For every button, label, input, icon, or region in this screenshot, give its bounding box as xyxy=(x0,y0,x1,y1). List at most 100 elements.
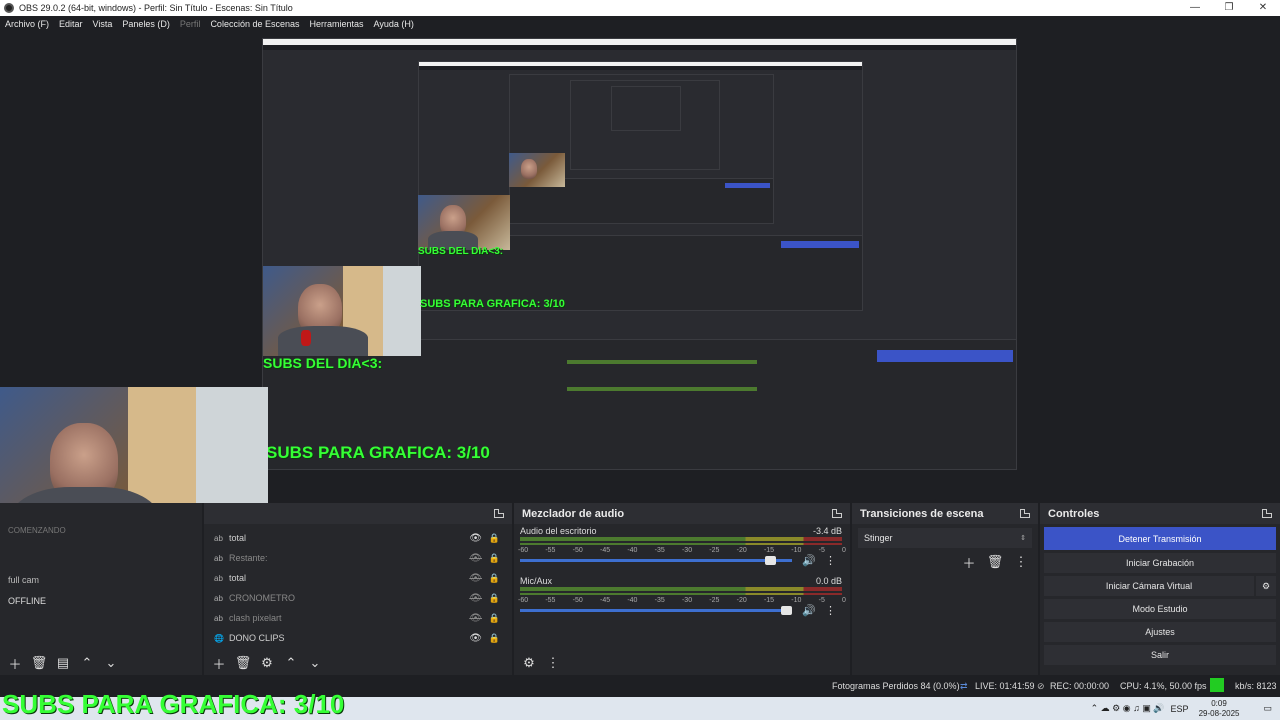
start-virtual-camera-button[interactable]: Iniciar Cámara Virtual xyxy=(1044,576,1254,596)
visibility-icon[interactable]: 👁 xyxy=(469,533,482,544)
stream-health-indicator xyxy=(1210,678,1224,692)
speaker-icon[interactable]: 🔊 xyxy=(802,604,816,617)
channel-menu-icon[interactable]: ⋮ xyxy=(825,604,836,617)
source-row[interactable]: 🌐 DONO CLIPS 👁 🔒 xyxy=(204,628,512,648)
remove-source-icon[interactable]: 🗑 xyxy=(232,653,254,673)
mixer-menu-icon[interactable]: ⋮ xyxy=(542,653,564,673)
menu-bar: Archivo (F) Editar Vista Paneles (D) Per… xyxy=(0,16,1280,31)
tray-icons[interactable]: ⌃ ☁ ⚙ ◉ ♫ ▣ 🔊 xyxy=(1091,703,1165,714)
text-source-icon: ab xyxy=(214,593,223,603)
menu-archivo[interactable]: Archivo (F) xyxy=(0,19,54,29)
lock-icon[interactable]: 🔒 xyxy=(489,553,500,564)
menu-vista[interactable]: Vista xyxy=(88,19,118,29)
menu-herramientas[interactable]: Herramientas xyxy=(305,19,369,29)
volume-slider[interactable] xyxy=(520,606,792,615)
text-source-icon: ab xyxy=(214,613,223,623)
speaker-icon[interactable]: 🔊 xyxy=(802,554,816,567)
lock-icon[interactable]: 🔒 xyxy=(489,593,500,604)
text-source-icon: ab xyxy=(214,573,223,583)
clock[interactable]: 0:09 29-08-2025 xyxy=(1199,699,1240,719)
source-row[interactable]: ab Restante: 👁 🔒 xyxy=(204,548,512,568)
add-scene-icon[interactable]: ＋ xyxy=(4,653,26,673)
volume-meter xyxy=(520,593,842,595)
advanced-audio-icon[interactable]: ⚙ xyxy=(518,653,540,673)
channel-menu-icon[interactable]: ⋮ xyxy=(825,554,836,567)
scene-item[interactable]: COMENZANDO xyxy=(0,524,202,536)
audio-mixer-dock: Mezclador de audio Audio del escritorio … xyxy=(514,503,852,675)
controls-title: Controles xyxy=(1048,507,1100,520)
source-row[interactable]: ab total 👁 🔒 xyxy=(204,528,512,548)
visibility-hidden-icon[interactable]: 👁 xyxy=(469,573,482,584)
visibility-hidden-icon[interactable]: 👁 xyxy=(469,613,482,624)
undock-icon[interactable] xyxy=(1262,509,1272,518)
visibility-icon[interactable]: 👁 xyxy=(469,633,482,644)
bitrate: kb/s: 8123 xyxy=(1235,681,1277,691)
move-down-icon[interactable]: ⌄ xyxy=(304,653,326,673)
menu-ayuda[interactable]: Ayuda (H) xyxy=(369,19,419,29)
nested-overlay-subs-dia: SUBS DEL DIA<3: xyxy=(263,355,383,371)
undock-icon[interactable] xyxy=(494,509,504,518)
slider-thumb[interactable] xyxy=(781,606,792,615)
lock-icon[interactable]: 🔒 xyxy=(489,573,500,584)
exit-button[interactable]: Salir xyxy=(1044,645,1276,665)
scene-filters-icon[interactable]: ▤ xyxy=(52,653,74,673)
meter-scale: -60 -55 -50 -45 -40 -35 -30 -25 -20 -15 -10 -5 0 xyxy=(518,547,846,554)
lock-icon[interactable]: 🔒 xyxy=(489,633,500,644)
preview-canvas[interactable]: SUBS DEL DIA<3: SUBS PARA GRAFICA: 3/10 … xyxy=(0,31,1280,567)
undock-icon[interactable] xyxy=(832,509,842,518)
transition-selected: Stinger xyxy=(864,533,893,543)
menu-perfil[interactable]: Perfil xyxy=(175,19,206,29)
close-button[interactable]: ✕ xyxy=(1246,0,1280,16)
controls-header: Controles xyxy=(1040,503,1280,524)
undock-icon[interactable] xyxy=(1020,509,1030,518)
controls-dock: Controles Detener Transmisión Iniciar Gr… xyxy=(1040,503,1280,675)
volume-slider[interactable] xyxy=(520,556,792,565)
menu-coleccion-escenas[interactable]: Colección de Escenas xyxy=(205,19,304,29)
mixer-channel-mic: Mic/Aux 0.0 dB -60 -55 -50 -45 -40 -35 -30 -25-… xyxy=(514,574,850,624)
maximize-button[interactable]: ❐ xyxy=(1212,0,1246,16)
transition-select[interactable]: Stinger ⇕ xyxy=(858,528,1032,548)
move-up-icon[interactable]: ⌃ xyxy=(76,653,98,673)
slider-thumb[interactable] xyxy=(764,556,776,565)
mixer-toolbar: ⚙ ⋮ xyxy=(514,651,850,675)
rec-icon: ⊘ xyxy=(1037,681,1045,691)
dropdown-icon: ⇕ xyxy=(1020,535,1026,542)
window-title: OBS 29.0.2 (64-bit, windows) - Perfil: S… xyxy=(19,3,293,13)
scenes-toolbar: ＋ 🗑 ▤ ⌃ ⌄ xyxy=(0,651,202,675)
scene-item[interactable]: full cam xyxy=(0,569,202,590)
channel-name: Audio del escritorio xyxy=(520,526,597,536)
mixer-title: Mezclador de audio xyxy=(522,507,625,520)
notification-icon[interactable]: ▭ xyxy=(1263,703,1272,714)
virtual-camera-settings-icon[interactable]: ⚙ xyxy=(1256,576,1276,596)
minimize-button[interactable]: — xyxy=(1178,0,1212,16)
visibility-hidden-icon[interactable]: 👁 xyxy=(469,553,482,564)
menu-editar[interactable]: Editar xyxy=(54,19,88,29)
lock-icon[interactable]: 🔒 xyxy=(489,533,500,544)
visibility-hidden-icon[interactable]: 👁 xyxy=(469,593,482,604)
studio-mode-button[interactable]: Modo Estudio xyxy=(1044,599,1276,619)
source-properties-icon[interactable]: ⚙ xyxy=(256,653,278,673)
add-source-icon[interactable]: ＋ xyxy=(208,653,230,673)
transition-menu-icon[interactable]: ⋮ xyxy=(1010,552,1032,572)
stop-streaming-button[interactable]: Detener Transmisión xyxy=(1044,527,1276,550)
language-indicator[interactable]: ESP xyxy=(1171,704,1189,714)
sources-toolbar: ＋ 🗑 ⚙ ⌃ ⌄ xyxy=(204,651,512,675)
menu-paneles[interactable]: Paneles (D) xyxy=(117,19,175,29)
scene-item[interactable]: OFFLINE xyxy=(0,590,202,611)
lock-icon[interactable]: 🔒 xyxy=(489,613,500,624)
source-row[interactable]: ab total 👁 🔒 xyxy=(204,568,512,588)
remove-scene-icon[interactable]: 🗑 xyxy=(28,653,50,673)
source-row[interactable]: ab CRONOMETRO 👁 🔒 xyxy=(204,588,512,608)
start-recording-button[interactable]: Iniciar Grabación xyxy=(1044,553,1276,573)
source-name: CRONOMETRO xyxy=(229,593,295,603)
text-source-icon: ab xyxy=(214,533,223,543)
clock-date: 29-08-2025 xyxy=(1198,708,1240,718)
source-row[interactable]: ab clash pixelart 👁 🔒 xyxy=(204,608,512,628)
move-up-icon[interactable]: ⌃ xyxy=(280,653,302,673)
move-down-icon[interactable]: ⌄ xyxy=(100,653,122,673)
nested-capture-1: SUBS DEL DIA<3: SUBS PARA GRAFICA: 3/10 … xyxy=(262,38,1017,470)
settings-button[interactable]: Ajustes xyxy=(1044,622,1276,642)
add-transition-icon[interactable]: ＋ xyxy=(958,552,980,572)
volume-meter xyxy=(520,543,842,545)
remove-transition-icon[interactable]: 🗑 xyxy=(984,552,1006,572)
